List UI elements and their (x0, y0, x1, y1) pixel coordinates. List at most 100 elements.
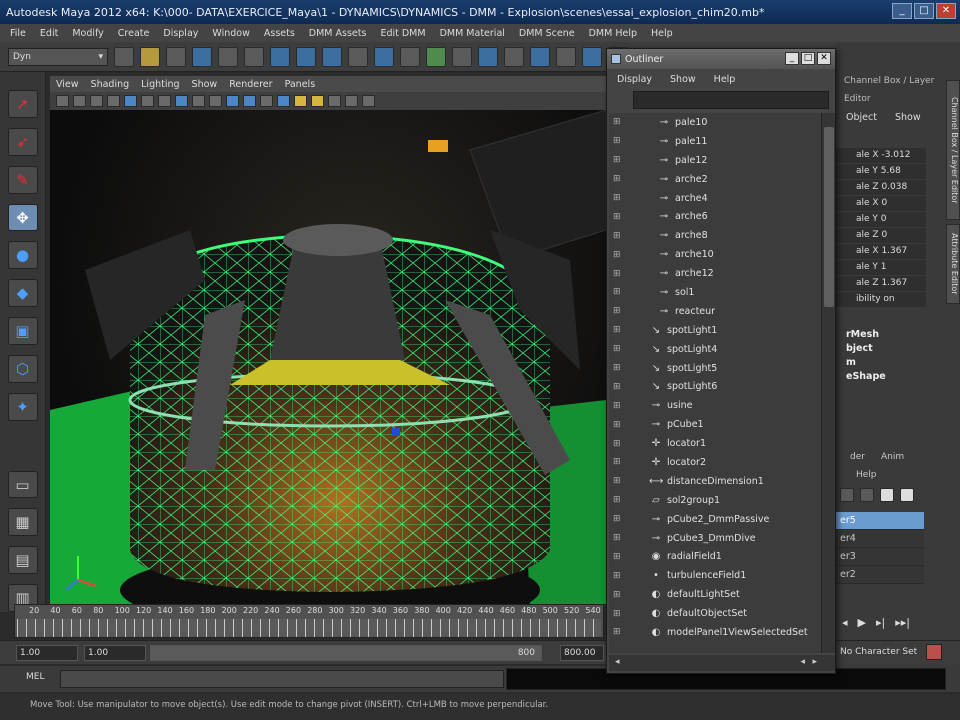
delete-layer-icon[interactable] (860, 488, 874, 502)
expand-icon[interactable]: ⊞ (613, 287, 625, 297)
tab-object[interactable]: Object (846, 112, 877, 130)
render-settings-icon[interactable] (452, 46, 472, 67)
expand-icon[interactable]: ⊞ (613, 250, 625, 260)
character-set-selector[interactable]: No Character Set (836, 644, 920, 660)
layer-option-icon[interactable] (880, 488, 894, 502)
menu-modify[interactable]: Modify (72, 28, 103, 39)
script-icon[interactable] (504, 46, 524, 67)
open-scene-icon[interactable] (140, 46, 160, 67)
outliner-item[interactable]: ⊞ ⊸ usine (609, 396, 821, 415)
maximize-button[interactable]: □ (914, 3, 934, 19)
camera-attributes-icon[interactable] (73, 95, 86, 107)
menu-edit-dmm[interactable]: Edit DMM (380, 28, 425, 39)
menu-create[interactable]: Create (118, 28, 150, 39)
outliner-item[interactable]: ⊞ ✛ locator1 (609, 434, 821, 453)
viewport-menu-panels[interactable]: Panels (285, 79, 316, 90)
snap-grid-icon[interactable] (270, 46, 290, 67)
expand-icon[interactable]: ⊞ (613, 495, 625, 505)
expand-icon[interactable]: ⊞ (613, 609, 625, 619)
expand-icon[interactable]: ⊞ (613, 269, 625, 279)
expand-icon[interactable]: ⊞ (613, 193, 625, 203)
outliner-filter-field[interactable] (633, 91, 829, 109)
image-plane-icon[interactable] (107, 95, 120, 107)
tab-render-layers[interactable]: der (850, 452, 865, 466)
expand-icon[interactable]: ⊞ (613, 571, 625, 581)
snap-curve-icon[interactable] (296, 46, 316, 67)
viewport-menu-show[interactable]: Show (192, 79, 218, 90)
expand-icon[interactable]: ⊞ (613, 344, 625, 354)
outliner-item[interactable]: ⊞ ⊸ pCube1 (609, 415, 821, 434)
attr-row[interactable]: ale Y 0 (836, 212, 926, 227)
save-scene-icon[interactable] (166, 46, 186, 67)
expand-icon[interactable]: ⊞ (613, 306, 625, 316)
manipulator-tool-icon[interactable]: ▣ (7, 317, 38, 346)
outliner-menu-help[interactable]: Help (714, 74, 736, 85)
attr-row[interactable]: ale Y 5.68 (836, 164, 926, 179)
outliner-item[interactable]: ⊞ ⊸ arche2 (609, 170, 821, 189)
expand-icon[interactable]: ⊞ (613, 325, 625, 335)
outliner-item[interactable]: ⊞ ⟷ distanceDimension1 (609, 472, 821, 491)
hypershade-icon[interactable] (478, 46, 498, 67)
outliner-menu-display[interactable]: Display (617, 74, 652, 85)
snap-surface-icon[interactable] (348, 46, 368, 67)
expand-icon[interactable]: ⊞ (613, 627, 625, 637)
command-input[interactable] (60, 670, 504, 688)
expand-icon[interactable]: ⊞ (613, 420, 625, 430)
dmm-icon[interactable] (530, 46, 550, 67)
outliner-item[interactable]: ⊞ ⊸ reacteur (609, 302, 821, 321)
viewport-menu-view[interactable]: View (56, 79, 79, 90)
shape-item[interactable]: m (846, 356, 936, 370)
layer-item[interactable]: er3 (836, 548, 924, 566)
tab-show[interactable]: Show (895, 112, 921, 130)
bookmarks-icon[interactable] (90, 95, 103, 107)
move-tool-icon[interactable]: ✥ (7, 203, 38, 232)
outliner-item[interactable]: ⊞ ✛ locator2 (609, 453, 821, 472)
camera-select-icon[interactable] (56, 95, 69, 107)
safe-action-icon[interactable] (209, 95, 222, 107)
menu-edit[interactable]: Edit (40, 28, 58, 39)
time-slider[interactable]: 20 40 60 80 100 120 140 160 180 200 220 240 260 280 30… (14, 604, 604, 638)
expand-icon[interactable]: ⊞ (613, 457, 625, 467)
outliner-vertical-scrollbar[interactable] (821, 113, 835, 653)
four-view-layout-icon[interactable]: ▦ (7, 508, 38, 537)
outliner-item[interactable]: ⊞ ⊸ arche10 (609, 245, 821, 264)
smooth-shade-icon[interactable] (243, 95, 256, 107)
outliner-item[interactable]: ⊞ ◉ radialField1 (609, 547, 821, 566)
layer-option2-icon[interactable] (900, 488, 914, 502)
high-quality-icon[interactable] (362, 95, 375, 107)
outliner-item[interactable]: ⊞ ⊸ pCube2_DmmPassive (609, 510, 821, 529)
viewport-menu-renderer[interactable]: Renderer (229, 79, 272, 90)
start-time-field[interactable]: 1.00 (16, 645, 78, 661)
layer-item[interactable]: er2 (836, 566, 924, 584)
film-gate-icon[interactable] (141, 95, 154, 107)
attr-row[interactable]: ibility on (836, 292, 926, 307)
attr-row[interactable]: ale Z 1.367 (836, 276, 926, 291)
attr-row[interactable]: ale X -3.012 (836, 148, 926, 163)
scroll-left2-icon[interactable]: ◂ (800, 657, 805, 667)
select-object-icon[interactable] (218, 46, 238, 67)
range-bar[interactable]: 800 (150, 645, 542, 661)
menu-display[interactable]: Display (163, 28, 198, 39)
expand-icon[interactable]: ⊞ (613, 155, 625, 165)
menu-dmm-material[interactable]: DMM Material (440, 28, 505, 39)
outliner-item[interactable]: ⊞ • turbulenceField1 (609, 566, 821, 585)
shape-item[interactable]: rMesh (846, 328, 936, 342)
snap-point-icon[interactable] (322, 46, 342, 67)
outliner-item[interactable]: ⊞ ⊸ pale12 (609, 151, 821, 170)
resolution-gate-icon[interactable] (158, 95, 171, 107)
outliner-item[interactable]: ⊞ ⊸ pale11 (609, 132, 821, 151)
history-icon[interactable] (374, 46, 394, 67)
expand-icon[interactable]: ⊞ (613, 476, 625, 486)
tab-attribute-editor-vertical[interactable]: Attribute Editor (946, 224, 960, 304)
expand-icon[interactable]: ⊞ (613, 514, 625, 524)
outliner-minimize-button[interactable]: _ (785, 52, 799, 65)
expand-icon[interactable]: ⊞ (613, 439, 625, 449)
attr-row[interactable]: ale Y 1 (836, 260, 926, 275)
wireframe-icon[interactable] (226, 95, 239, 107)
expand-icon[interactable]: ⊞ (613, 533, 625, 543)
last-tool-icon[interactable]: ⬡ (7, 355, 38, 383)
new-scene-icon[interactable] (114, 46, 134, 67)
attr-row[interactable]: ale Z 0 (836, 228, 926, 243)
tab-channel-box-vertical[interactable]: Channel Box / Layer Editor (946, 80, 960, 220)
textured-icon[interactable] (277, 95, 290, 107)
